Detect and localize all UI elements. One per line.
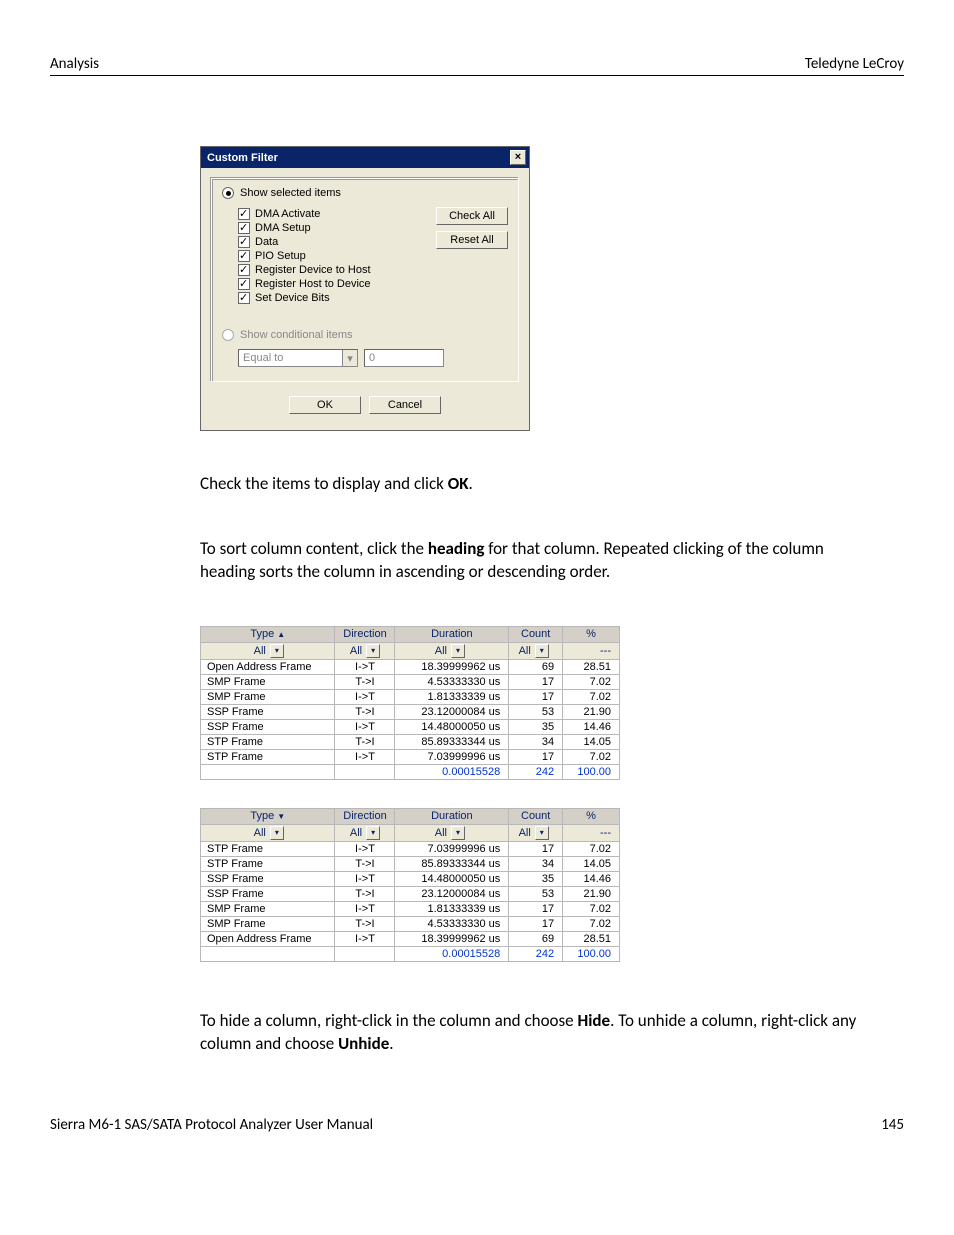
footer-left: Sierra M6-1 SAS/SATA Protocol Analyzer U… [50, 1116, 373, 1134]
paragraph: To hide a column, right-click in the col… [200, 1010, 874, 1056]
checkbox-label: DMA Activate [255, 208, 320, 220]
filter-dropdown[interactable]: ▾ [535, 826, 549, 840]
col-header-percent[interactable]: % [563, 626, 620, 642]
filter-dropdown[interactable]: ▾ [451, 826, 465, 840]
header-right: Teledyne LeCroy [805, 55, 904, 73]
paragraph: To sort column content, click the headin… [200, 538, 874, 584]
filter-dropdown[interactable]: ▾ [451, 644, 465, 658]
filter-items-list: DMA Activate DMA Setup Data PIO Setup Re… [238, 207, 426, 305]
col-header-count[interactable]: Count [509, 808, 563, 824]
checkbox[interactable] [238, 264, 250, 276]
table-row: STP FrameI->T7.03999996 us177.02 [201, 749, 620, 764]
col-header-count[interactable]: Count [509, 626, 563, 642]
table-row: SSP FrameI->T14.48000050 us3514.46 [201, 871, 620, 886]
table-row: STP FrameT->I85.89333344 us3414.05 [201, 734, 620, 749]
condition-value-input[interactable]: 0 [364, 349, 444, 367]
checkbox[interactable] [238, 250, 250, 262]
table-row: SMP FrameI->T1.81333339 us177.02 [201, 689, 620, 704]
stats-table-desc: Type▼ Direction Duration Count % All▾ Al… [200, 808, 620, 962]
paragraph: Check the items to display and click OK. [200, 473, 874, 496]
close-icon[interactable]: × [510, 150, 526, 165]
col-header-type[interactable]: Type▲ [201, 626, 335, 642]
header-left: Analysis [50, 55, 99, 73]
table-row: SSP FrameT->I23.12000084 us5321.90 [201, 704, 620, 719]
checkbox-label: Data [255, 236, 278, 248]
radio-show-selected-label: Show selected items [240, 187, 341, 199]
checkbox[interactable] [238, 222, 250, 234]
checkbox-label: PIO Setup [255, 250, 306, 262]
checkbox[interactable] [238, 292, 250, 304]
col-header-duration[interactable]: Duration [395, 626, 509, 642]
table-row: SSP FrameI->T14.48000050 us3514.46 [201, 719, 620, 734]
table-row: SMP FrameT->I4.53333330 us177.02 [201, 674, 620, 689]
table-row: SMP FrameT->I4.53333330 us177.02 [201, 916, 620, 931]
table-row: Open Address FrameI->T18.39999962 us6928… [201, 659, 620, 674]
condition-combo[interactable]: Equal to ▾ [238, 349, 358, 367]
checkbox-label: Register Host to Device [255, 278, 371, 290]
filter-dropdown[interactable]: ▾ [535, 644, 549, 658]
table-row: STP FrameT->I85.89333344 us3414.05 [201, 856, 620, 871]
checkbox-label: Register Device to Host [255, 264, 371, 276]
checkbox[interactable] [238, 278, 250, 290]
condition-combo-value: Equal to [243, 352, 283, 364]
checkbox[interactable] [238, 236, 250, 248]
chevron-down-icon: ▾ [342, 350, 357, 366]
filter-dropdown[interactable]: ▾ [366, 826, 380, 840]
ok-button[interactable]: OK [289, 396, 361, 414]
radio-show-selected[interactable] [222, 187, 234, 199]
col-header-percent[interactable]: % [563, 808, 620, 824]
sort-asc-icon: ▲ [277, 630, 285, 639]
dialog-title: Custom Filter [207, 152, 278, 164]
col-header-direction[interactable]: Direction [335, 808, 395, 824]
check-all-button[interactable]: Check All [436, 207, 508, 225]
custom-filter-dialog: Custom Filter × Show selected items DMA … [200, 146, 530, 431]
checkbox-label: Set Device Bits [255, 292, 330, 304]
table-row: Open Address FrameI->T18.39999962 us6928… [201, 931, 620, 946]
table-row: STP FrameI->T7.03999996 us177.02 [201, 841, 620, 856]
filter-dropdown[interactable]: ▾ [366, 644, 380, 658]
table-row: SSP FrameT->I23.12000084 us5321.90 [201, 886, 620, 901]
radio-show-conditional[interactable] [222, 329, 234, 341]
col-header-duration[interactable]: Duration [395, 808, 509, 824]
table-row: SMP FrameI->T1.81333339 us177.02 [201, 901, 620, 916]
checkbox[interactable] [238, 208, 250, 220]
col-header-direction[interactable]: Direction [335, 626, 395, 642]
checkbox-label: DMA Setup [255, 222, 311, 234]
stats-table-asc: Type▲ Direction Duration Count % All▾ Al… [200, 626, 620, 780]
cancel-button[interactable]: Cancel [369, 396, 441, 414]
col-header-type[interactable]: Type▼ [201, 808, 335, 824]
filter-dropdown[interactable]: ▾ [270, 826, 284, 840]
footer-right: 145 [881, 1116, 904, 1134]
sort-desc-icon: ▼ [277, 812, 285, 821]
reset-all-button[interactable]: Reset All [436, 231, 508, 249]
filter-dropdown[interactable]: ▾ [270, 644, 284, 658]
radio-show-conditional-label: Show conditional items [240, 329, 353, 341]
